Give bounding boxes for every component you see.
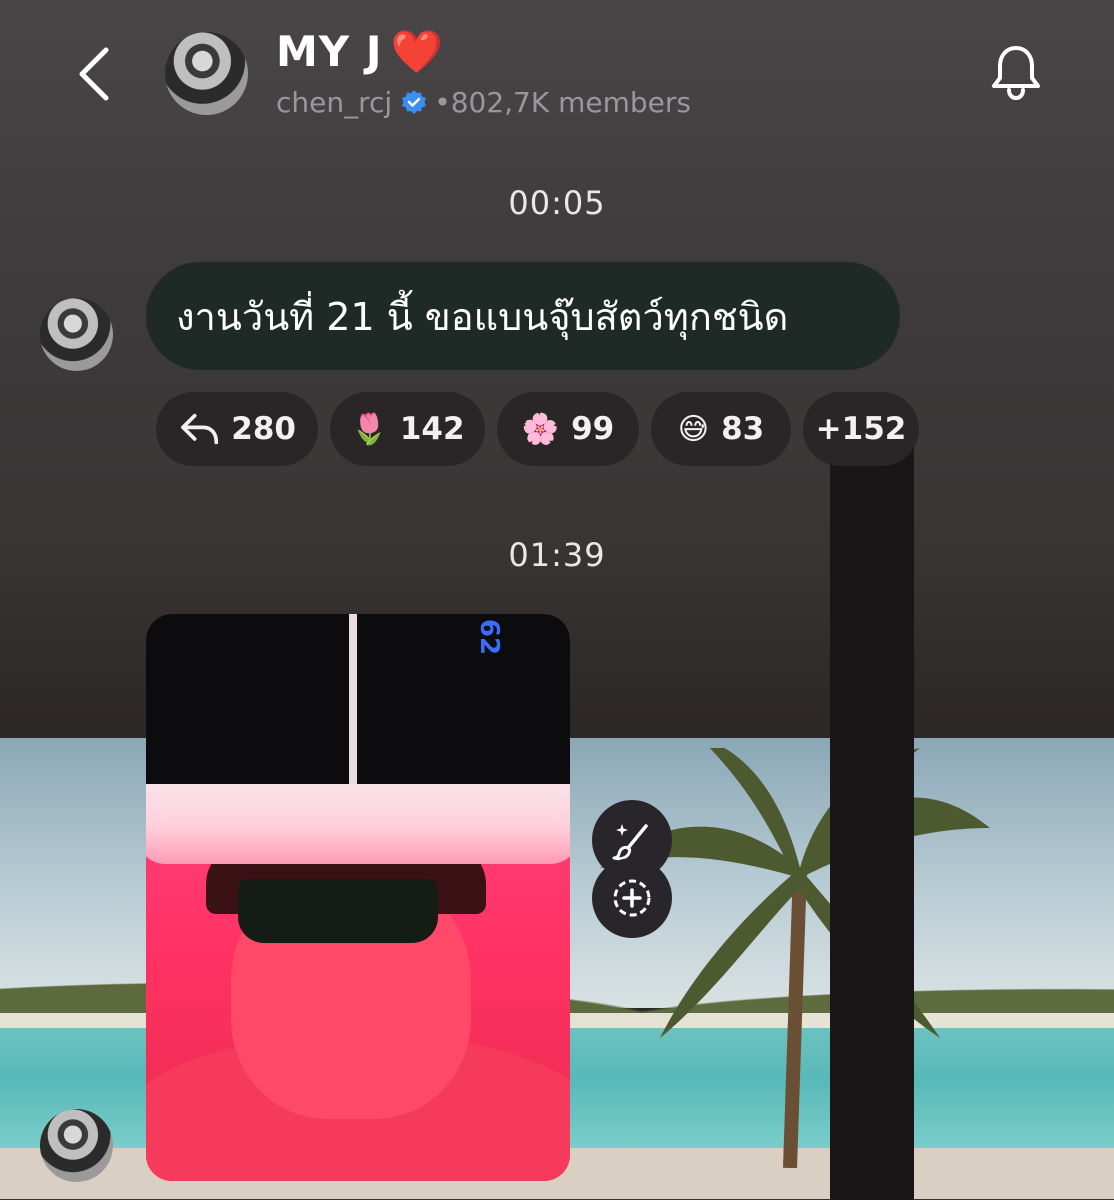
reply-icon (181, 413, 219, 445)
timestamp: 01:39 (508, 536, 606, 574)
reaction-count: 142 (399, 411, 465, 447)
sender-avatar[interactable] (40, 298, 113, 371)
reaction-bar: 280 🌷 142 🌸 99 😅 83 +152 (156, 392, 919, 466)
photo-message[interactable]: 62 (146, 614, 570, 1181)
channel-subtitle: chen_rcj •802,7K members (276, 86, 691, 119)
reply-count: 280 (231, 411, 296, 447)
magic-brush-icon (612, 824, 648, 861)
more-reactions-button[interactable]: +152 (803, 392, 919, 466)
message-text: งานวันที่ 21 นี้ ขอแบนจุ๊บสัตว์ทุกชนิด (176, 294, 789, 339)
member-count: •802,7K members (434, 86, 691, 119)
timestamp: 00:05 (508, 184, 606, 222)
reaction-tulip[interactable]: 🌷 142 (330, 392, 485, 466)
more-reactions-label: +152 (815, 411, 907, 447)
heart-emoji: ❤️ (390, 27, 444, 76)
reaction-count: 99 (571, 411, 615, 447)
verified-badge-icon (402, 89, 427, 114)
channel-title[interactable]: MY J ❤️ (276, 27, 444, 77)
add-reaction-button[interactable] (592, 858, 672, 938)
notifications-button[interactable] (988, 42, 1044, 102)
sweat-smile-emoji: 😅 (677, 411, 710, 447)
add-reaction-icon (613, 879, 651, 917)
reaction-sweat-smile[interactable]: 😅 83 (651, 392, 791, 466)
message-bubble[interactable]: งานวันที่ 21 นี้ ขอแบนจุ๊บสัตว์ทุกชนิด (146, 262, 900, 370)
channel-username: chen_rcj (276, 86, 393, 119)
bell-icon (992, 46, 1040, 101)
back-button[interactable] (72, 42, 122, 106)
channel-avatar[interactable] (165, 32, 248, 115)
channel-title-text: MY J (276, 27, 383, 76)
reaction-count: 83 (721, 411, 765, 447)
device-display-text: 62 (474, 618, 505, 656)
reaction-cherry-blossom[interactable]: 🌸 99 (497, 392, 639, 466)
sender-avatar[interactable] (40, 1109, 113, 1182)
tulip-emoji: 🌷 (350, 411, 388, 447)
reply-count-button[interactable]: 280 (156, 392, 318, 466)
cherry-blossom-emoji: 🌸 (521, 411, 560, 447)
back-arrow-icon (79, 47, 109, 101)
